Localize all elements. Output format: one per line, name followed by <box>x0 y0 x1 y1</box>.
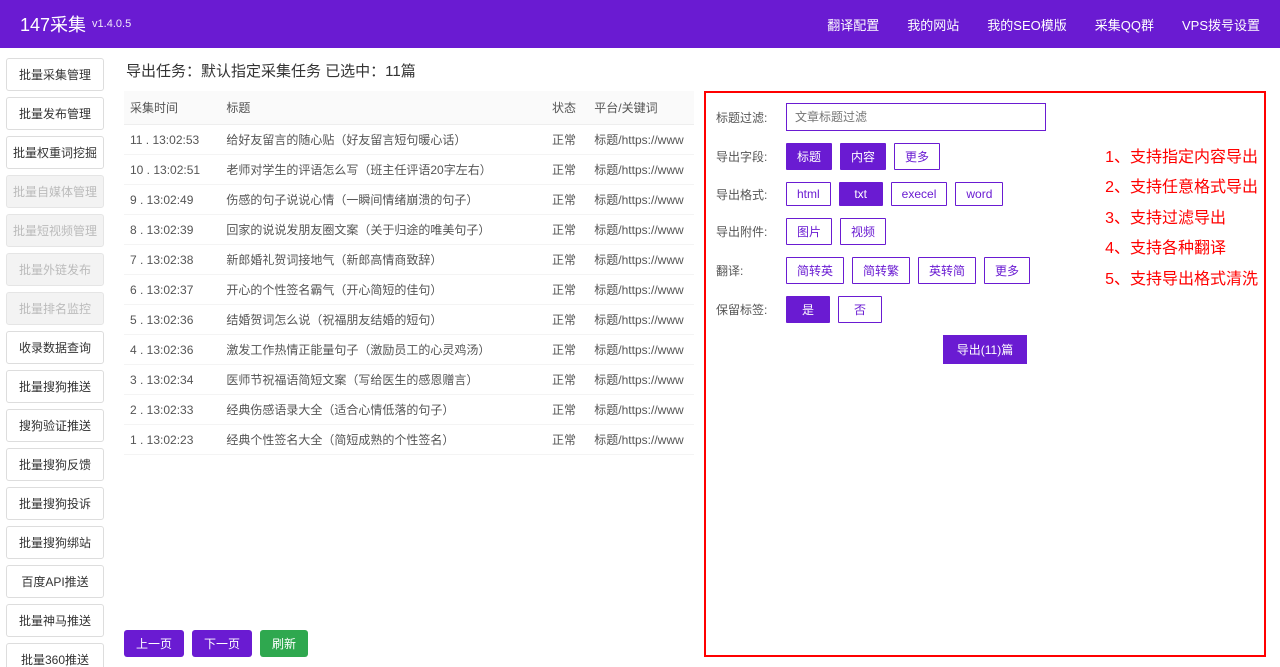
translate-opt-0[interactable]: 简转英 <box>786 257 844 284</box>
sidebar-item-6: 批量排名监控 <box>6 292 104 325</box>
format-opt-1[interactable]: txt <box>839 182 883 206</box>
sidebar-item-0[interactable]: 批量采集管理 <box>6 58 104 91</box>
table-wrap: 采集时间标题状态平台/关键词 11 . 13:02:53给好友留言的随心贴（好友… <box>124 91 694 657</box>
table-row[interactable]: 9 . 13:02:49伤感的句子说说心情（一瞬间情绪崩溃的句子）正常标题/ht… <box>124 185 694 215</box>
col-header: 平台/关键词 <box>588 91 694 125</box>
fields-opt-2[interactable]: 更多 <box>894 143 940 170</box>
format-group: htmltxt execel word <box>786 182 1003 206</box>
table-row[interactable]: 11 . 13:02:53给好友留言的随心贴（好友留言短句暖心话）正常标题/ht… <box>124 125 694 155</box>
sidebar-item-4: 批量短视频管理 <box>6 214 104 247</box>
table-row[interactable]: 4 . 13:02:36激发工作热情正能量句子（激励员工的心灵鸡汤）正常标题/h… <box>124 335 694 365</box>
col-header: 状态 <box>546 91 588 125</box>
export-button[interactable]: 导出(11)篇 <box>943 335 1027 364</box>
topnav-item-4[interactable]: VPS拨号设置 <box>1182 15 1260 34</box>
attach-group: 图片视频 <box>786 218 886 245</box>
keeptag-opt-0[interactable]: 是 <box>786 296 830 323</box>
topbar: 147采集 v1.4.0.5 翻译配置 我的网站 我的SEO模版 采集QQ群 VPS拨号… <box>0 0 1280 48</box>
table-row[interactable]: 5 . 13:02:36结婚贺词怎么说（祝福朋友结婚的短句）正常标题/https… <box>124 305 694 335</box>
fields-group: 标题内容更多 <box>786 143 940 170</box>
topnav: 翻译配置 我的网站 我的SEO模版 采集QQ群 VPS拨号设置 <box>827 15 1260 34</box>
translate-group: 简转英简转繁英转简更多 <box>786 257 1030 284</box>
keeptag-opt-1[interactable]: 否 <box>838 296 882 323</box>
format-opt-3[interactable]: word <box>955 182 1003 206</box>
table-row[interactable]: 10 . 13:02:51老师对学生的评语怎么写（班主任评语20字左右）正常标题… <box>124 155 694 185</box>
sidebar-item-2[interactable]: 批量权重词挖掘 <box>6 136 104 169</box>
brand: 147采集 <box>20 11 86 37</box>
table-row[interactable]: 3 . 13:02:34医师节祝福语简短文案（写给医生的感恩赠言）正常标题/ht… <box>124 365 694 395</box>
keeptag-group: 是否 <box>786 296 882 323</box>
filter-label: 标题过滤: <box>716 109 776 126</box>
fields-opt-0[interactable]: 标题 <box>786 143 832 170</box>
topnav-item-0[interactable]: 翻译配置 <box>827 15 879 34</box>
refresh-button[interactable]: 刷新 <box>260 630 308 657</box>
attach-opt-1[interactable]: 视频 <box>840 218 886 245</box>
attach-label: 导出附件: <box>716 223 776 240</box>
sidebar-item-10[interactable]: 批量搜狗反馈 <box>6 448 104 481</box>
sidebar-item-12[interactable]: 批量搜狗绑站 <box>6 526 104 559</box>
annotations: 1、支持指定内容导出2、支持任意格式导出3、支持过滤导出4、支持各种翻译5、支持… <box>1105 143 1258 295</box>
version: v1.4.0.5 <box>92 18 131 30</box>
fields-label: 导出字段: <box>716 148 776 165</box>
sidebar-item-8[interactable]: 批量搜狗推送 <box>6 370 104 403</box>
prev-button[interactable]: 上一页 <box>124 630 184 657</box>
sidebar: 批量采集管理批量发布管理批量权重词挖掘批量自媒体管理批量短视频管理批量外链发布批… <box>0 48 110 667</box>
translate-label: 翻译: <box>716 262 776 279</box>
col-header: 采集时间 <box>124 91 220 125</box>
attach-opt-0[interactable]: 图片 <box>786 218 832 245</box>
table-row[interactable]: 1 . 13:02:23经典个性签名大全（简短成熟的个性签名）正常标题/http… <box>124 425 694 455</box>
sidebar-item-7[interactable]: 收录数据查询 <box>6 331 104 364</box>
translate-opt-2[interactable]: 英转简 <box>918 257 976 284</box>
next-button[interactable]: 下一页 <box>192 630 252 657</box>
title-filter-input[interactable] <box>786 103 1046 131</box>
sidebar-item-3: 批量自媒体管理 <box>6 175 104 208</box>
sidebar-item-9[interactable]: 搜狗验证推送 <box>6 409 104 442</box>
sidebar-item-11[interactable]: 批量搜狗投诉 <box>6 487 104 520</box>
table-row[interactable]: 6 . 13:02:37开心的个性签名霸气（开心简短的佳句）正常标题/https… <box>124 275 694 305</box>
topnav-item-2[interactable]: 我的SEO模版 <box>987 15 1066 34</box>
translate-opt-1[interactable]: 简转繁 <box>852 257 910 284</box>
translate-opt-3[interactable]: 更多 <box>984 257 1030 284</box>
topnav-item-3[interactable]: 采集QQ群 <box>1095 15 1154 34</box>
topnav-item-1[interactable]: 我的网站 <box>907 15 959 34</box>
table-row[interactable]: 2 . 13:02:33经典伤感语录大全（适合心情低落的句子）正常标题/http… <box>124 395 694 425</box>
keeptag-label: 保留标签: <box>716 301 776 318</box>
fields-opt-1[interactable]: 内容 <box>840 143 886 170</box>
format-opt-0[interactable]: html <box>786 182 831 206</box>
sidebar-item-15[interactable]: 批量360推送 <box>6 643 104 667</box>
format-label: 导出格式: <box>716 186 776 203</box>
sidebar-item-13[interactable]: 百度API推送 <box>6 565 104 598</box>
format-opt-2[interactable]: execel <box>891 182 948 206</box>
main: 导出任务：默认指定采集任务 已选中：11篇 采集时间标题状态平台/关键词 11 … <box>110 48 1280 667</box>
sidebar-item-14[interactable]: 批量神马推送 <box>6 604 104 637</box>
pager: 上一页 下一页 刷新 <box>124 614 694 657</box>
sidebar-item-1[interactable]: 批量发布管理 <box>6 97 104 130</box>
col-header: 标题 <box>220 91 546 125</box>
page-title: 导出任务：默认指定采集任务 已选中：11篇 <box>126 60 1266 81</box>
sidebar-item-5: 批量外链发布 <box>6 253 104 286</box>
table-row[interactable]: 7 . 13:02:38新郎婚礼贺词接地气（新郎高情商致辞）正常标题/https… <box>124 245 694 275</box>
table-row[interactable]: 8 . 13:02:39回家的说说发朋友圈文案（关于归途的唯美句子）正常标题/h… <box>124 215 694 245</box>
export-panel: 标题过滤: 导出字段:标题内容更多 导出格式:htmltxtexecelword… <box>704 91 1266 657</box>
task-table: 采集时间标题状态平台/关键词 11 . 13:02:53给好友留言的随心贴（好友… <box>124 91 694 455</box>
